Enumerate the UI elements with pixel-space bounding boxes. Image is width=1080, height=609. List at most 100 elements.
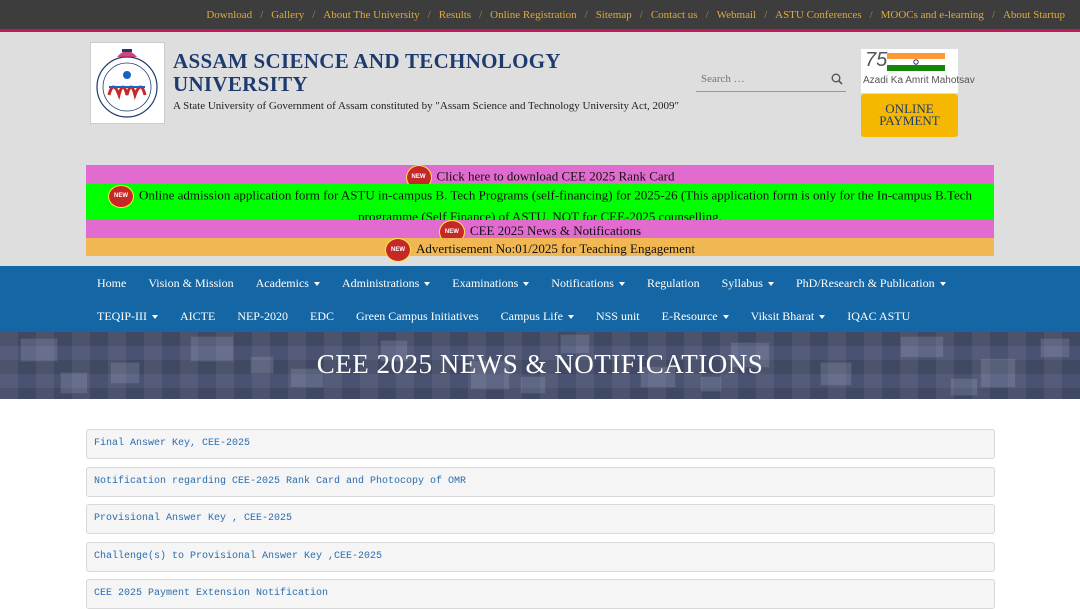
top-nav-separator: / xyxy=(869,8,873,21)
flag-icon xyxy=(887,53,945,71)
notice-item[interactable]: Final Answer Key, CEE-2025 xyxy=(86,429,995,459)
top-nav-separator: / xyxy=(991,8,995,21)
nav-item-teqip-iii[interactable]: TEQIP-III xyxy=(86,309,169,323)
site-title[interactable]: ASSAM SCIENCE AND TECHNOLOGY UNIVERSITY xyxy=(173,50,593,96)
nav-item-home[interactable]: Home xyxy=(86,276,137,290)
top-nav-item: / Online Registration xyxy=(471,9,577,21)
top-nav-item: / About Startup xyxy=(984,9,1065,21)
azadi-text-line1: Azadi Ka xyxy=(863,75,904,86)
top-nav-separator: / xyxy=(427,8,431,21)
nav-item-edc[interactable]: EDC xyxy=(299,309,345,323)
announcement-text: CEE 2025 News & Notifications xyxy=(469,222,642,238)
azadi-ka-amrit-mahotsav-logo: 75 Azadi Ka Amrit Mahotsav xyxy=(861,49,975,93)
nav-item-label: NSS unit xyxy=(595,309,640,323)
top-nav-item: / About The University xyxy=(304,9,419,21)
caret-down-icon xyxy=(618,282,625,287)
announcement-advertisement[interactable]: NEW Advertisement No:01/2025 for Teaching… xyxy=(86,238,994,262)
nav-item-academics[interactable]: Academics xyxy=(245,276,331,290)
top-nav-item: / Gallery xyxy=(252,9,304,21)
nav-item-nss-unit[interactable]: NSS unit xyxy=(585,309,651,323)
top-nav-link-moocs-and-e-learning[interactable]: MOOCs and e-learning xyxy=(881,9,984,21)
top-nav-separator: / xyxy=(479,8,483,21)
notice-item[interactable]: Challenge(s) to Provisional Answer Key ,… xyxy=(86,541,995,572)
top-nav-link-webmail[interactable]: Webmail xyxy=(717,9,756,21)
nav-item-nep-2020[interactable]: NEP-2020 xyxy=(226,309,299,323)
notice-item[interactable]: Notification regarding CEE-2025 Rank Car… xyxy=(86,466,995,497)
notice-list: Final Answer Key, CEE-2025 Notification r… xyxy=(86,429,995,609)
page-banner: CEE 2025 NEWS & NOTIFICATIONS xyxy=(0,332,1080,399)
nav-item-label: PhD/Research & Publication xyxy=(795,276,935,290)
top-nav-link-sitemap[interactable]: Sitemap xyxy=(596,9,632,21)
nav-item-label: Administrations xyxy=(341,276,420,290)
nav-item-label: IQAC ASTU xyxy=(847,309,911,323)
nav-item-label: E-Resource xyxy=(661,309,718,323)
top-nav-item: / Webmail xyxy=(698,9,757,21)
nav-item-administrations[interactable]: Administrations xyxy=(331,276,441,290)
top-nav-item: / Contact us xyxy=(632,9,698,21)
azadi-75-mark: 75 xyxy=(865,49,888,71)
top-nav-link-results[interactable]: Results xyxy=(439,9,471,21)
nav-item-syllabus[interactable]: Syllabus xyxy=(711,276,785,290)
main-nav: Home Vision & Mission Academics Administrat… xyxy=(0,266,1080,332)
nav-item-label: TEQIP-III xyxy=(97,309,147,323)
nav-item-viksit-bharat[interactable]: Viksit Bharat xyxy=(740,309,837,323)
caret-down-icon xyxy=(767,282,774,287)
top-nav-item: / Sitemap xyxy=(577,9,632,21)
nav-item-iqac-astu[interactable]: IQAC ASTU xyxy=(836,309,921,323)
announcement-cee-news[interactable]: NEW CEE 2025 News & Notifications xyxy=(86,220,994,244)
announcement-admission-form[interactable]: NEW Online admission application form for… xyxy=(86,184,994,224)
online-payment-button[interactable]: ONLINE PAYMENT xyxy=(861,94,958,137)
top-nav-item: / MOOCs and e-learning xyxy=(862,9,984,21)
top-nav-separator: / xyxy=(639,8,643,21)
search-box xyxy=(696,68,846,92)
top-nav-link-about-startup[interactable]: About Startup xyxy=(1003,9,1065,21)
top-nav-separator: / xyxy=(764,8,768,21)
notice-item[interactable]: CEE 2025 Payment Extension Notification xyxy=(86,579,995,609)
top-nav-link-about-the-university[interactable]: About The University xyxy=(323,9,419,21)
top-nav-link-download[interactable]: Download xyxy=(206,9,252,21)
caret-down-icon xyxy=(151,315,158,320)
announcement-rank-card[interactable]: NEW Click here to download CEE 2025 Rank … xyxy=(86,165,994,190)
nav-item-regulation[interactable]: Regulation xyxy=(636,276,711,290)
nav-item-examinations[interactable]: Examinations xyxy=(441,276,540,290)
payment-label-line2: PAYMENT xyxy=(879,113,940,128)
caret-down-icon xyxy=(939,282,946,287)
caret-down-icon xyxy=(819,315,826,320)
logo-emblem-icon xyxy=(91,43,164,123)
top-nav-link-online-registration[interactable]: Online Registration xyxy=(490,9,576,21)
nav-item-e-resource[interactable]: E-Resource xyxy=(651,309,740,323)
nav-item-label: Regulation xyxy=(646,276,700,290)
nav-item-vision-mission[interactable]: Vision & Mission xyxy=(137,276,244,290)
top-nav: Download / Gallery / About The University / Re… xyxy=(0,0,1080,29)
nav-item-label: Examinations xyxy=(452,276,519,290)
search-input[interactable] xyxy=(696,68,816,90)
top-nav-link-gallery[interactable]: Gallery xyxy=(271,9,304,21)
top-bar: Download / Gallery / About The University / Re… xyxy=(0,0,1080,32)
nav-item-aicte[interactable]: AICTE xyxy=(169,309,226,323)
nav-item-notifications[interactable]: Notifications xyxy=(540,276,636,290)
nav-item-campus-life[interactable]: Campus Life xyxy=(490,309,585,323)
nav-item-label: NEP-2020 xyxy=(237,309,288,323)
azadi-text-line2: Amrit Mahotsav xyxy=(905,75,975,86)
notice-item[interactable]: Provisional Answer Key , CEE-2025 xyxy=(86,504,995,534)
azadi-text: Azadi Ka Amrit Mahotsav xyxy=(863,75,975,86)
top-nav-link-contact-us[interactable]: Contact us xyxy=(651,9,698,21)
nav-item-phd-research-publication[interactable]: PhD/Research & Publication xyxy=(785,276,957,290)
search-icon[interactable] xyxy=(831,73,843,85)
nav-item-label: Syllabus xyxy=(721,276,763,290)
nav-item-label: EDC xyxy=(309,309,334,323)
university-logo[interactable] xyxy=(90,42,165,124)
main-nav-row-1: Home Vision & Mission Academics Administrat… xyxy=(86,276,957,290)
page-title: CEE 2025 NEWS & NOTIFICATIONS xyxy=(316,349,764,379)
main-nav-row-2: TEQIP-III AICTE NEP-2020 EDC Green Campus In… xyxy=(86,309,921,323)
site-subtitle: A State University of Government of Assa… xyxy=(173,100,679,112)
nav-item-green-campus-initiatives[interactable]: Green Campus Initiatives xyxy=(345,309,490,323)
nav-item-label: AICTE xyxy=(179,309,216,323)
new-badge-icon: NEW xyxy=(385,238,411,262)
nav-item-label: Viksit Bharat xyxy=(750,309,815,323)
top-nav-link-astu-conferences[interactable]: ASTU Conferences xyxy=(775,9,861,21)
top-nav-separator: / xyxy=(584,8,588,21)
nav-item-label: Academics xyxy=(255,276,309,290)
top-nav-separator: / xyxy=(260,8,264,21)
nav-item-label: Green Campus Initiatives xyxy=(355,309,479,323)
